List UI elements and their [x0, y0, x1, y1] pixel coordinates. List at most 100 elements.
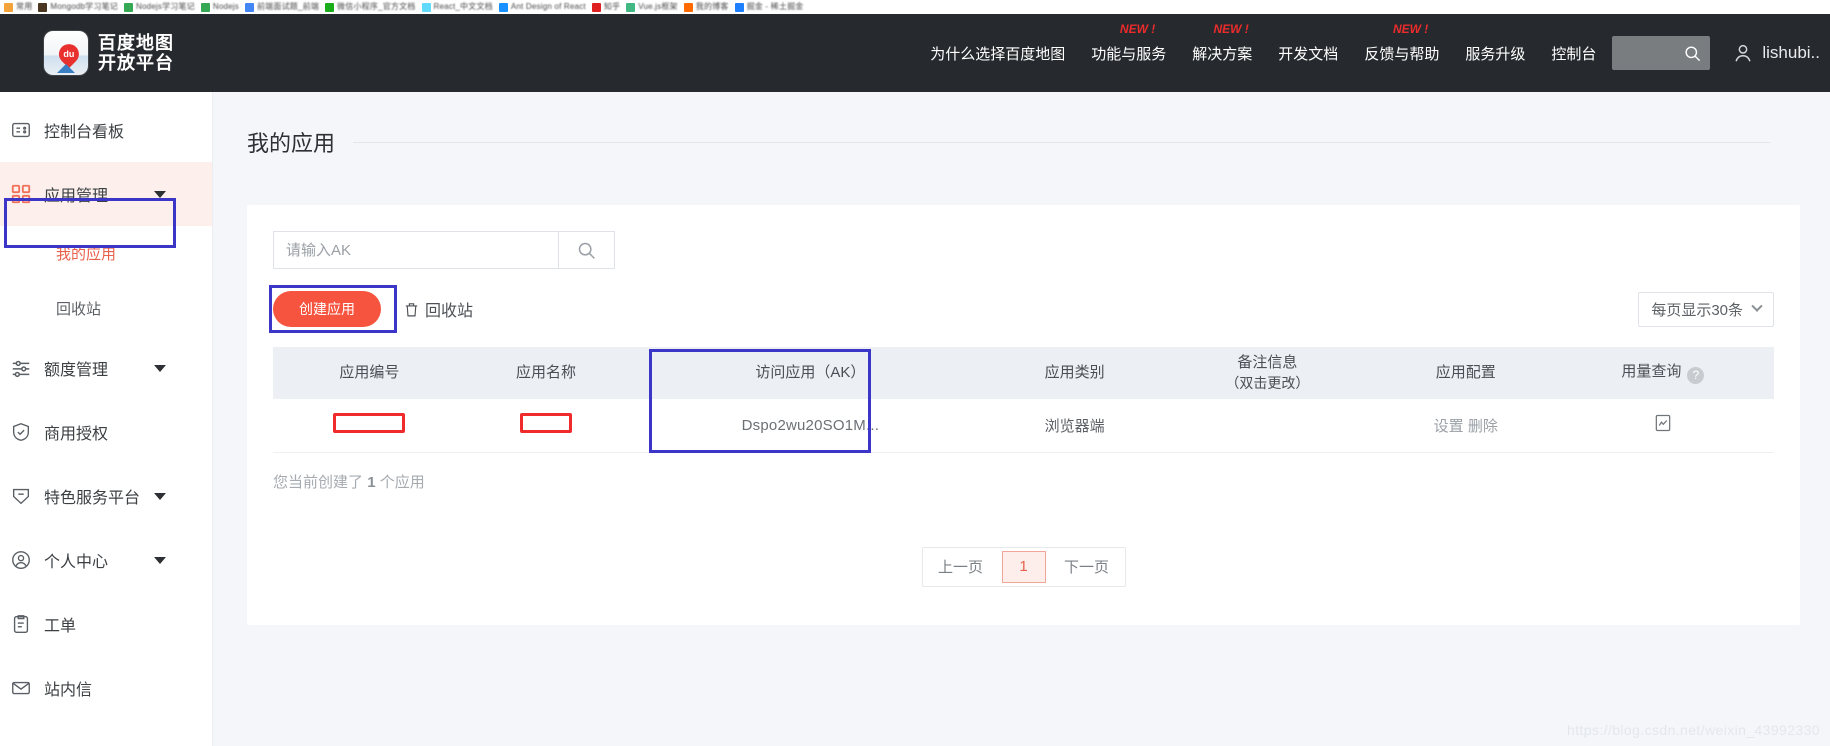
nav-item-label: 控制台	[1551, 45, 1597, 63]
mail-icon	[10, 677, 32, 699]
user-circle-icon	[10, 549, 32, 571]
sidebar-item-7[interactable]: 站内信	[0, 656, 212, 720]
settings-link[interactable]: 设置	[1434, 418, 1464, 435]
table-col-label: 应用类别	[1044, 363, 1105, 381]
sidebar-item-label: 工单	[44, 618, 77, 635]
page-title: 我的应用	[247, 131, 336, 156]
search-icon	[1685, 45, 1701, 61]
sidebar-item-4[interactable]: 特色服务平台	[0, 464, 212, 528]
table-col-label: 应用编号	[339, 363, 400, 381]
sidebar-item-label: 商用授权	[44, 426, 109, 443]
pagination-page-1[interactable]: 1	[1001, 550, 1046, 583]
delete-link[interactable]: 删除	[1468, 418, 1498, 435]
per-page-label: 每页显示30条	[1651, 301, 1743, 319]
bookmark-item[interactable]: 知乎	[591, 2, 620, 12]
bookmark-favicon-icon	[498, 2, 508, 12]
bookmark-item[interactable]: Mongodb学习笔记	[38, 2, 118, 12]
logo-text: 百度地图 开放平台	[98, 33, 174, 73]
app-count-text: 您当前创建了 1 个应用	[273, 471, 1774, 492]
site-header: du 百度地图 开放平台 为什么选择百度地图 功能与服务 NEW ! 解决方案 NEW …	[0, 14, 1830, 92]
title-divider	[353, 141, 1770, 143]
bookmark-label: Ant Design of React	[510, 2, 586, 11]
bookmark-label: 微信小程序_官方文档	[337, 2, 416, 11]
cell-app-name	[465, 399, 627, 453]
help-icon[interactable]: ?	[1687, 366, 1705, 384]
sidebar-subitem-0[interactable]: 我的应用	[0, 226, 212, 281]
nav-item-5[interactable]: 服务升级	[1463, 39, 1527, 68]
table-col-sublabel: （双击更改）	[1225, 374, 1310, 391]
count-suffix: 个应用	[379, 473, 425, 491]
bookmark-favicon-icon	[626, 2, 636, 12]
logo-line-2: 开放平台	[98, 53, 174, 73]
pagination-prev[interactable]: 上一页	[923, 548, 999, 586]
category-label: 浏览器端	[1044, 417, 1105, 435]
create-app-button[interactable]: 创建应用	[273, 291, 381, 327]
ak-search-button[interactable]	[558, 231, 615, 269]
recycle-bin-button[interactable]: 回收站	[403, 297, 473, 321]
browser-bookmarks-bar[interactable]: 常用 Mongodb学习笔记 Nodejs学习笔记 Nodejs 前端面试题_前端 微信小…	[0, 0, 1830, 14]
username-label: lishubi..	[1762, 43, 1820, 62]
bookmark-item[interactable]: Vue.js框架	[626, 2, 678, 12]
bookmark-label: React_中文文档	[433, 2, 493, 11]
per-page-select[interactable]: 每页显示30条	[1638, 291, 1774, 327]
site-logo[interactable]: du 百度地图 开放平台	[44, 31, 174, 75]
sidebar-item-3[interactable]: 商用授权	[0, 400, 212, 464]
main-nav: 为什么选择百度地图 功能与服务 NEW ! 解决方案 NEW ! 开发文档 反馈与帮助 NEW…	[928, 22, 1598, 68]
table-col-4: 备注信息 （双击更改）	[1154, 347, 1380, 399]
bookmark-item[interactable]: React_中文文档	[421, 2, 493, 12]
nav-item-6[interactable]: 控制台	[1549, 39, 1598, 68]
sidebar-item-2[interactable]: 额度管理	[0, 336, 212, 400]
search-icon	[578, 242, 595, 259]
cell-config: 设置 删除	[1379, 399, 1552, 453]
table-col-label: 用量查询	[1621, 363, 1682, 381]
sidebar-item-5[interactable]: 个人中心	[0, 528, 212, 592]
bookmark-favicon-icon	[244, 2, 254, 12]
bookmark-favicon-icon	[421, 2, 431, 12]
chart-icon[interactable]	[1653, 413, 1673, 433]
ak-search-input[interactable]	[273, 231, 558, 269]
ak-search-group	[273, 231, 615, 269]
bookmark-item[interactable]: 常用	[4, 2, 32, 12]
nav-item-2[interactable]: 解决方案 NEW !	[1190, 22, 1254, 68]
user-icon	[1735, 44, 1751, 62]
apps-toolbar: 创建应用 回收站 每页显示30条	[269, 285, 1774, 333]
bookmark-item[interactable]: Ant Design of React	[498, 2, 586, 12]
bookmark-favicon-icon	[38, 2, 48, 12]
nav-item-1[interactable]: 功能与服务 NEW !	[1089, 22, 1168, 68]
bookmark-favicon-icon	[4, 2, 13, 12]
sidebar-subitem-1[interactable]: 回收站	[0, 281, 212, 336]
logo-mark-text: du	[63, 49, 75, 60]
new-badge: NEW !	[1392, 21, 1429, 36]
bookmark-item[interactable]: 微信小程序_官方文档	[325, 2, 415, 12]
nav-item-0[interactable]: 为什么选择百度地图	[928, 39, 1067, 68]
cell-usage	[1551, 399, 1774, 453]
bookmark-item[interactable]: Nodejs学习笔记	[123, 2, 195, 12]
shield-check-icon	[10, 421, 32, 443]
table-col-1: 应用名称	[465, 347, 627, 399]
baidu-map-logo-icon: du	[44, 31, 88, 75]
bookmark-item[interactable]: 前端面试题_前端	[244, 2, 319, 12]
bookmark-item[interactable]: 掘金 - 稀土掘金	[734, 2, 804, 12]
header-search-box[interactable]	[1612, 36, 1711, 70]
user-menu[interactable]: lishubi..	[1732, 42, 1820, 64]
sidebar-item-0[interactable]: 控制台看板	[0, 98, 212, 162]
bookmark-item[interactable]: Nodejs	[200, 2, 239, 12]
bookmark-label: Nodejs学习笔记	[135, 2, 195, 11]
sidebar-item-6[interactable]: 工单	[0, 592, 212, 656]
bookmark-item[interactable]: 我的博客	[683, 2, 729, 12]
sidebar-item-label: 应用管理	[44, 188, 109, 205]
trash-icon	[405, 302, 418, 316]
bookmark-favicon-icon	[200, 2, 210, 12]
nav-item-label: 服务升级	[1465, 45, 1526, 63]
nav-item-label: 解决方案	[1192, 45, 1253, 63]
table-col-label: 应用名称	[516, 363, 577, 381]
sidebar-item-1[interactable]: 应用管理	[0, 162, 212, 226]
pagination-next[interactable]: 下一页	[1049, 548, 1125, 586]
apps-table-body: Dspo2wu20SO1M... 浏览器端 设置 删除	[273, 399, 1774, 453]
count-prefix: 您当前创建了	[273, 473, 364, 491]
table-col-2: 访问应用（AK）	[626, 347, 995, 399]
tag-icon	[10, 485, 32, 507]
nav-item-4[interactable]: 反馈与帮助 NEW !	[1362, 22, 1441, 68]
nav-item-3[interactable]: 开发文档	[1276, 39, 1340, 68]
ak-value[interactable]: Dspo2wu20SO1M...	[742, 417, 879, 434]
